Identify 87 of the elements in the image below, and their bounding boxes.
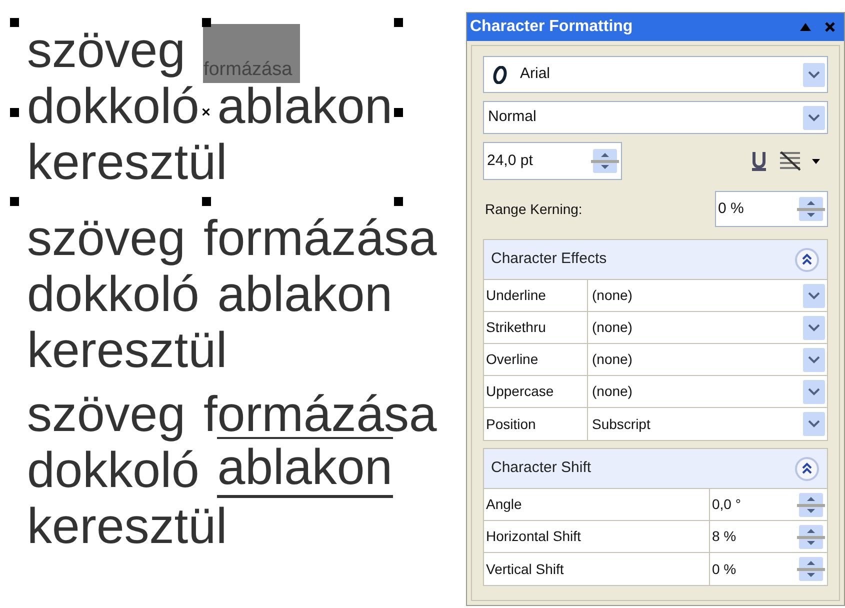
canvas-text: keresztül [27,322,228,378]
canvas-text: keresztül [27,498,228,554]
spinner-value: 0,0 ° [712,495,741,514]
spinner-value: 8 % [712,527,736,546]
style-value: Normal [488,107,536,128]
chevron-down-icon [808,70,820,78]
font-name: Arial [520,64,550,84]
spinner-icon[interactable] [797,524,825,550]
property-spinner[interactable]: 8 % [710,521,827,552]
spinner-icon[interactable] [591,148,619,174]
dropdown-arrow-button[interactable] [803,106,825,130]
font-dropdown[interactable]: Arial [483,56,828,93]
kerning-value: 0 % [718,198,744,219]
canvas-text: formázása [203,24,300,83]
dropdown-arrow-button[interactable] [803,348,825,372]
center-cross-icon[interactable] [202,108,210,116]
dropdown-arrow-button[interactable] [803,412,825,436]
triangle-up-icon[interactable] [800,23,811,31]
selection-handle[interactable] [394,108,403,117]
panel-title: Character Formatting [470,17,633,37]
property-dropdown[interactable]: (none) [588,312,827,343]
property-label: Horizontal Shift [484,521,710,552]
property-spinner[interactable]: 0,0 ° [710,489,827,520]
chevron-down-icon [808,420,820,428]
chevron-down-icon [808,356,820,364]
caret-icon[interactable] [812,158,820,164]
selection-handle[interactable] [394,18,403,27]
dropdown-value: (none) [592,382,632,401]
property-label: Angle [484,489,710,520]
dropdown-arrow-button[interactable] [803,316,825,340]
canvas-text: dokkoló [27,78,200,134]
canvas-text: keresztül [27,134,228,190]
font-size-value: 24,0 pt [487,150,533,171]
canvas-text: dokkoló [27,442,200,498]
chevron-down-icon [808,324,820,332]
chevron-down-icon [808,292,820,300]
canvas-text: ablakon [217,437,392,498]
selection-handle[interactable] [202,197,211,206]
close-icon[interactable] [825,22,835,32]
collapse-icon[interactable] [794,246,820,272]
property-dropdown[interactable]: (none) [588,376,827,407]
section-title: Character Effects [491,249,607,270]
kerning-field[interactable]: 0 % [715,191,828,227]
dropdown-arrow-button[interactable] [803,380,825,404]
property-label: Strikethru [484,312,588,343]
kerning-label: Range Kerning: [484,200,582,219]
section-header[interactable]: Character Shift [484,449,827,489]
property-label: Vertical Shift [484,553,710,585]
property-label: Underline [484,280,588,311]
section-title: Character Shift [491,458,592,478]
dropdown-value: (none) [592,350,632,369]
selection-handle[interactable] [202,18,211,27]
selection-handle[interactable] [10,18,19,27]
dropdown-arrow-button[interactable] [803,284,825,308]
property-label: Uppercase [484,376,588,407]
property-dropdown[interactable]: (none) [588,280,827,311]
selection-handle[interactable] [10,108,19,117]
font-type-icon [492,66,508,84]
canvas-text: szöveg [27,386,186,442]
spinner-icon[interactable] [797,196,825,222]
property-label: Position [484,408,588,440]
property-dropdown[interactable]: (none) [588,344,827,375]
chevron-down-icon [808,388,820,396]
selection-handle[interactable] [394,197,403,206]
spinner-icon[interactable] [797,492,825,518]
section-header[interactable]: Character Effects [484,240,827,280]
canvas-text: dokkoló [27,266,200,322]
strikethrough-lines-icon[interactable] [778,150,802,172]
dropdown-value: Subscript [592,414,650,434]
dropdown-value: (none) [592,318,632,337]
canvas-text: szöveg [27,22,186,78]
canvas-text: szöveg [27,210,186,266]
dropdown-value: (none) [592,286,632,305]
font-size-field[interactable]: 24,0 pt [483,142,622,180]
collapse-icon[interactable] [794,456,820,482]
dropdown-arrow-button[interactable] [803,62,825,86]
chevron-down-icon [808,114,820,122]
style-dropdown[interactable]: Normal [483,101,828,134]
spinner-icon[interactable] [797,556,825,582]
spinner-value: 0 % [712,560,736,578]
selection-handle[interactable] [10,197,19,206]
canvas-text: ablakon [217,266,392,322]
canvas-text: formázása [203,210,437,266]
property-label: Overline [484,344,588,375]
property-dropdown[interactable]: Subscript [588,408,827,440]
property-spinner[interactable]: 0 % [710,553,827,585]
underline-icon[interactable] [750,150,768,172]
